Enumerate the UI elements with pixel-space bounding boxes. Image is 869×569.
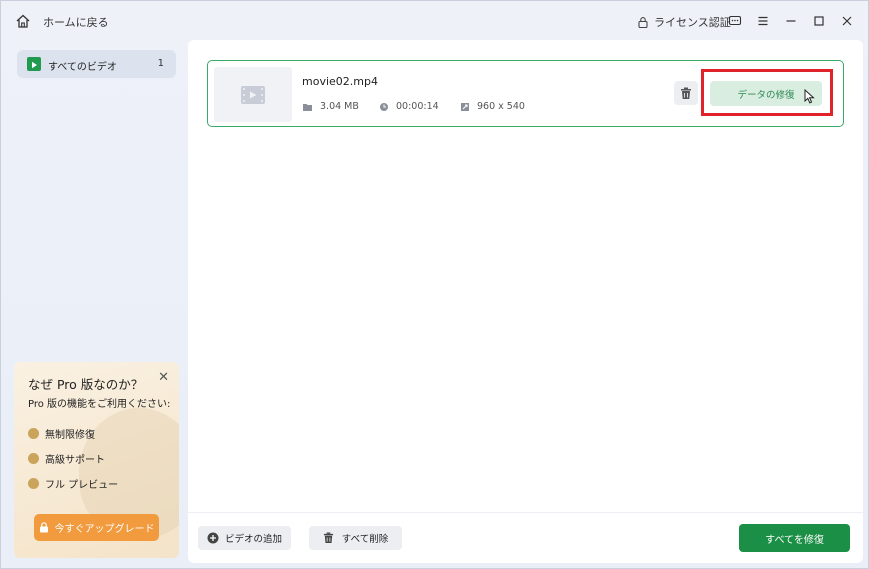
home-back-link[interactable]: ホームに戻る (43, 14, 109, 30)
infinity-icon (28, 428, 39, 439)
sidebar-item-label: すべてのビデオ (48, 62, 117, 73)
file-size: 3.04 MB (302, 101, 359, 112)
sidebar-item-all-videos[interactable]: すべてのビデオ 1 (17, 50, 176, 78)
eye-icon (28, 478, 39, 489)
lock-icon (39, 522, 48, 533)
delete-file-button[interactable] (674, 81, 698, 105)
feedback-icon[interactable] (728, 13, 742, 27)
footer-divider (188, 512, 863, 513)
maximize-icon[interactable] (812, 13, 826, 27)
video-thumbnail (214, 67, 292, 122)
upgrade-now-button[interactable]: 今すぐアップグレード (34, 514, 159, 541)
promo-feature-label: 無制限修復 (45, 430, 95, 441)
file-size-value: 3.04 MB (320, 101, 359, 112)
license-label: ライセンス認証 (654, 16, 731, 29)
promo-close-icon[interactable]: ✕ (158, 370, 169, 385)
lock-icon (638, 17, 648, 28)
upgrade-label: 今すぐアップグレード (54, 524, 155, 535)
resolution-icon (461, 102, 469, 111)
promo-title: なぜ Pro 版なのか？ (28, 377, 144, 392)
pro-promo-panel: ✕ なぜ Pro 版なのか？ Pro 版の機能をご利用ください: 無制限修復 高… (14, 362, 179, 558)
file-resolution-value: 960 x 540 (477, 101, 525, 112)
delete-all-label: すべて削除 (341, 534, 389, 545)
plus-circle-icon (207, 532, 219, 544)
promo-feature-label: フル プレビュー (45, 480, 119, 491)
video-list-panel: movie02.mp4 3.04 MB 00:00:14 960 x 540 デ… (188, 40, 863, 563)
app-window: ホームに戻る ライセンス認証 すべてのビデオ 1 ✕ なぜ Pro 版なのか？ … (0, 0, 869, 569)
video-file-row[interactable]: movie02.mp4 3.04 MB 00:00:14 960 x 540 デ… (207, 60, 844, 127)
promo-feature-unlimited-repair: 無制限修復 (28, 426, 95, 441)
title-bar: ホームに戻る ライセンス認証 (1, 1, 868, 41)
mouse-cursor-icon (804, 89, 815, 104)
file-duration: 00:00:14 (379, 101, 439, 112)
file-duration-value: 00:00:14 (396, 101, 439, 112)
close-icon[interactable] (840, 13, 854, 27)
folder-icon (303, 103, 312, 111)
trash-icon (323, 532, 333, 544)
promo-subtitle: Pro 版の機能をご利用ください: (28, 399, 171, 410)
promo-feature-full-preview: フル プレビュー (28, 476, 118, 491)
add-video-button[interactable]: ビデオの追加 (198, 526, 291, 550)
delete-all-button[interactable]: すべて削除 (309, 526, 402, 550)
repair-all-button[interactable]: すべてを修復 (739, 524, 850, 552)
minimize-icon[interactable] (784, 13, 798, 27)
license-activation-button[interactable]: ライセンス認証 (637, 14, 731, 30)
file-resolution: 960 x 540 (460, 101, 525, 112)
video-play-icon (27, 57, 41, 71)
clock-icon (380, 102, 388, 111)
home-icon[interactable] (15, 13, 31, 29)
film-icon (241, 85, 265, 104)
promo-feature-premium-support: 高級サポート (28, 451, 105, 466)
add-video-label: ビデオの追加 (224, 534, 282, 545)
video-file-name: movie02.mp4 (302, 75, 378, 88)
menu-icon[interactable] (756, 13, 770, 27)
support-icon (28, 453, 39, 464)
sidebar-item-count: 1 (157, 58, 164, 69)
promo-feature-label: 高級サポート (45, 455, 105, 466)
trash-icon (681, 87, 691, 99)
